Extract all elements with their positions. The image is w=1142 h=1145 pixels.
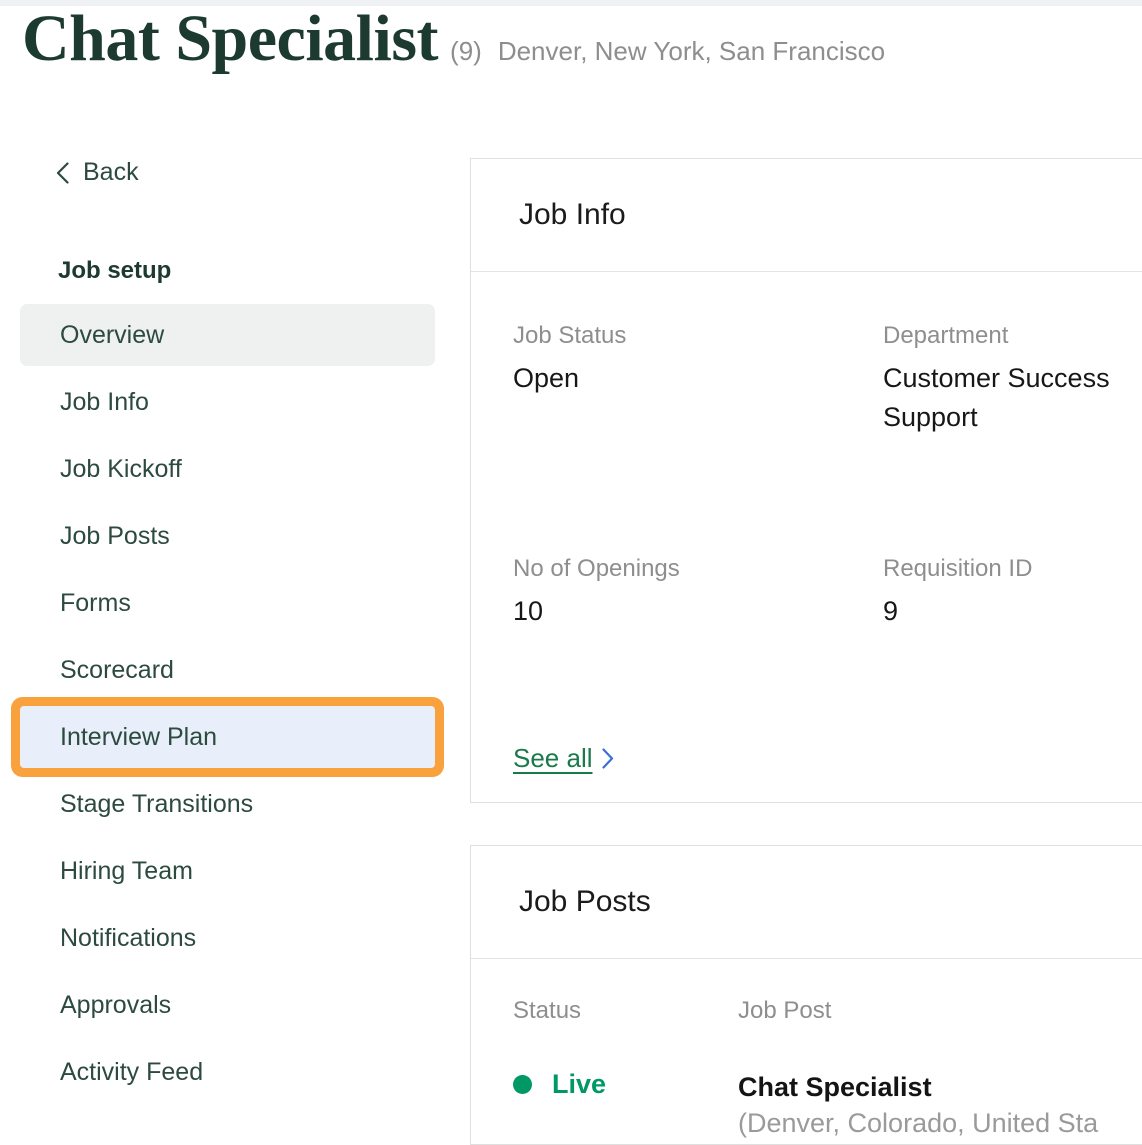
page-title: Chat Specialist — [22, 2, 439, 75]
sidebar-item-label: Scorecard — [60, 655, 174, 684]
field-value: 10 — [513, 595, 544, 626]
main-content: Job Info Job Status Open Department Cust… — [470, 118, 1142, 1145]
chevron-right-icon — [601, 748, 613, 769]
field-department: Department Customer Success Support — [883, 322, 1121, 437]
field-label: Department — [883, 322, 1009, 349]
job-posts-card-title: Job Posts — [519, 885, 651, 918]
sidebar-item-label: Forms — [60, 588, 131, 617]
sidebar-item-label: Overview — [60, 320, 165, 349]
field-value: 9 — [883, 595, 899, 626]
job-posts-table-header: Status Job Post — [513, 997, 1121, 1025]
job-post-location: (Denver, Colorado, United Sta — [738, 1108, 1099, 1139]
field-row-spacer — [513, 455, 883, 555]
status-dot-icon — [513, 1075, 532, 1094]
back-button[interactable]: Back — [56, 158, 139, 187]
job-posts-card: Job Posts Status Job Post Live Chat Spec… — [470, 845, 1142, 1145]
job-count-badge: (9) — [450, 36, 482, 66]
sidebar-item-notifications[interactable]: Notifications — [20, 907, 435, 969]
status-badge: Live — [513, 1069, 738, 1100]
sidebar-item-scorecard[interactable]: Scorecard — [20, 639, 435, 701]
job-post-name: Chat Specialist — [738, 1072, 932, 1102]
sidebar-item-forms[interactable]: Forms — [20, 572, 435, 634]
job-info-field-grid: Job Status Open Department Customer Succ… — [513, 322, 1121, 649]
sidebar-item-job-posts[interactable]: Job Posts — [20, 505, 435, 567]
sidebar-item-overview[interactable]: Overview — [20, 304, 435, 366]
sidebar-section-heading: Job setup — [58, 257, 172, 284]
column-header-job-post: Job Post — [738, 997, 832, 1024]
sidebar-item-label: Job Posts — [60, 521, 170, 550]
column-header-status: Status — [513, 997, 582, 1024]
job-posts-card-header: Job Posts — [471, 846, 1142, 959]
sidebar-item-hiring-team[interactable]: Hiring Team — [20, 840, 435, 902]
sidebar-item-job-kickoff[interactable]: Job Kickoff — [20, 438, 435, 500]
sidebar-nav: Back Job setup Overview Job Info Job Kic… — [0, 118, 455, 1122]
see-all-link[interactable]: See all — [513, 743, 614, 774]
back-label: Back — [83, 158, 139, 186]
field-no-of-openings: No of Openings 10 — [513, 555, 883, 631]
sidebar-item-list: Overview Job Info Job Kickoff Job Posts … — [0, 304, 455, 1108]
sidebar-item-job-info[interactable]: Job Info — [20, 371, 435, 433]
field-job-status: Job Status Open — [513, 322, 883, 437]
job-info-card: Job Info Job Status Open Department Cust… — [470, 158, 1142, 803]
sidebar-item-approvals[interactable]: Approvals — [20, 974, 435, 1036]
chevron-left-icon — [56, 161, 69, 184]
sidebar-item-label: Job Info — [60, 387, 149, 416]
sidebar-item-interview-plan[interactable]: Interview Plan — [20, 706, 435, 768]
sidebar-item-label: Activity Feed — [60, 1057, 204, 1086]
status-label: Live — [552, 1069, 607, 1099]
job-locations: Denver, New York, San Francisco — [497, 36, 886, 66]
page-layout: Back Job setup Overview Job Info Job Kic… — [0, 118, 1142, 1145]
page-header: Chat Specialist (9) Denver, New York, Sa… — [0, 6, 1142, 118]
sidebar-item-label: Job Kickoff — [60, 454, 182, 483]
sidebar-item-label: Hiring Team — [60, 856, 193, 885]
sidebar-item-activity-feed[interactable]: Activity Feed — [20, 1041, 435, 1103]
sidebar-item-stage-transitions[interactable]: Stage Transitions — [20, 773, 435, 835]
field-value: Customer Success Support — [883, 362, 1110, 432]
field-requisition-id: Requisition ID 9 — [883, 555, 1121, 631]
field-label: No of Openings — [513, 555, 680, 583]
job-info-card-header: Job Info — [471, 159, 1142, 272]
see-all-label: See all — [513, 743, 593, 774]
field-value: Open — [513, 362, 580, 393]
sidebar-item-label: Notifications — [60, 923, 197, 952]
job-info-card-title: Job Info — [519, 198, 626, 231]
job-post-cell: Chat Specialist (Denver, Colorado, Unite… — [738, 1069, 1121, 1142]
table-row[interactable]: Live Chat Specialist (Denver, Colorado, … — [513, 1069, 1121, 1142]
job-posts-table: Status Job Post Live Chat Specialist (De… — [471, 959, 1142, 1142]
sidebar-item-label: Stage Transitions — [60, 789, 254, 818]
job-info-card-body: Job Status Open Department Customer Succ… — [471, 272, 1142, 774]
field-label: Job Status — [513, 322, 627, 349]
sidebar-item-label: Approvals — [60, 990, 172, 1019]
field-label: Requisition ID — [883, 555, 1033, 583]
field-row-spacer — [883, 455, 1121, 555]
sidebar-item-label: Interview Plan — [60, 722, 218, 751]
